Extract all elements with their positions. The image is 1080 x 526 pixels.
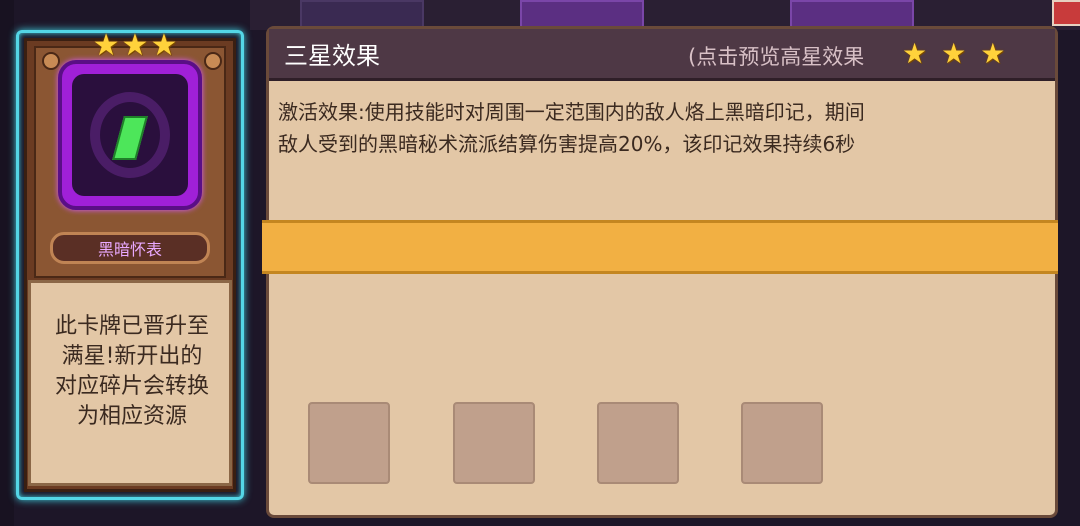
effect-line: 激活效果:使用技能时对周围一定范围内的敌人烙上黑暗印记，期间 [278, 100, 865, 124]
star-icon[interactable]: ★ [980, 38, 1005, 70]
card-description: 此卡牌已晋升至 满星!新开出的 对应碎片会转换 为相应资源 [34, 312, 230, 432]
close-tab[interactable] [1052, 0, 1080, 26]
card-name: 黑暗怀表 [97, 240, 162, 259]
preview-high-star-hint[interactable]: (点击预览高星效果 [688, 42, 864, 72]
star-icon: ★ [150, 28, 178, 63]
effect-description: 激活效果:使用技能时对周围一定范围内的敌人烙上黑暗印记，期间 敌人受到的黑暗秘术… [278, 96, 1038, 160]
effect-panel-title: 三星效果 [284, 42, 380, 70]
card-description-line: 为相应资源 [76, 404, 187, 429]
card-description-line: 此卡牌已晋升至 [54, 314, 209, 339]
preview-stars[interactable]: ★ ★ ★ [902, 38, 1005, 70]
star-icon[interactable]: ★ [902, 38, 927, 70]
effect-line: 敌人受到的黑暗秘术流派结算伤害提高20%，该印记效果持续6秒 [278, 132, 856, 156]
card-stars: ★ ★ ★ [80, 30, 190, 62]
background-left-column [0, 0, 14, 526]
background-card-tile [520, 0, 644, 28]
empty-slot[interactable] [597, 402, 679, 484]
background-card-tile [790, 0, 914, 28]
empty-slot[interactable] [308, 402, 390, 484]
bolt-icon [42, 52, 60, 70]
empty-slot[interactable] [741, 402, 823, 484]
card-description-line: 对应碎片会转换 [54, 374, 209, 399]
bolt-icon [204, 52, 222, 70]
empty-slot[interactable] [453, 402, 535, 484]
card-name-plate: 黑暗怀表 [50, 232, 210, 264]
card-description-line: 满星!新开出的 [61, 344, 203, 369]
highlight-bar [262, 220, 1058, 274]
star-icon: ★ [92, 28, 120, 63]
star-icon[interactable]: ★ [941, 38, 966, 70]
background-card-tile [300, 0, 424, 28]
star-icon: ★ [121, 28, 149, 63]
